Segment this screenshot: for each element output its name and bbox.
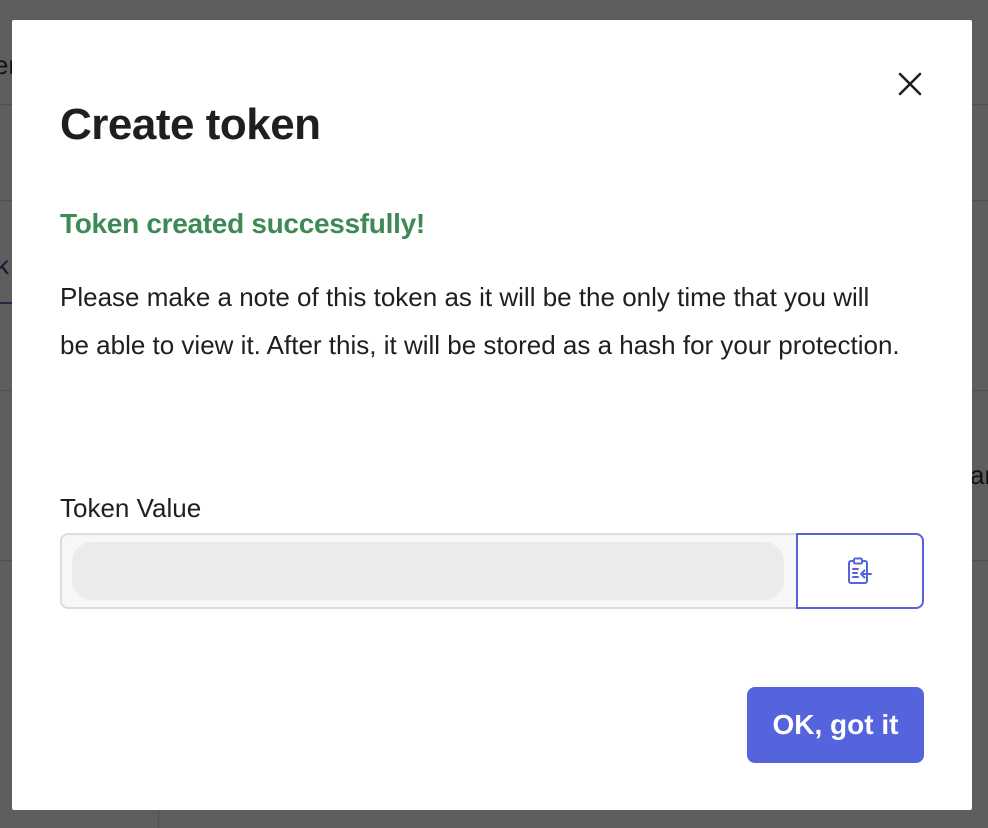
token-value-label: Token Value	[60, 493, 202, 523]
token-value-input[interactable]	[72, 542, 784, 600]
close-icon	[898, 72, 922, 96]
success-message: Token created successfully!	[60, 208, 425, 239]
token-value-field	[60, 533, 797, 609]
create-token-dialog: Create token Token created successfully!…	[12, 20, 972, 810]
copy-token-button[interactable]	[796, 533, 924, 609]
dialog-title: Create token	[60, 100, 321, 149]
token-note: Please make a note of this token as it w…	[60, 282, 900, 360]
clipboard-copy-icon	[848, 557, 872, 584]
confirm-button[interactable]: OK, got it	[747, 687, 924, 763]
close-button[interactable]	[892, 66, 928, 102]
